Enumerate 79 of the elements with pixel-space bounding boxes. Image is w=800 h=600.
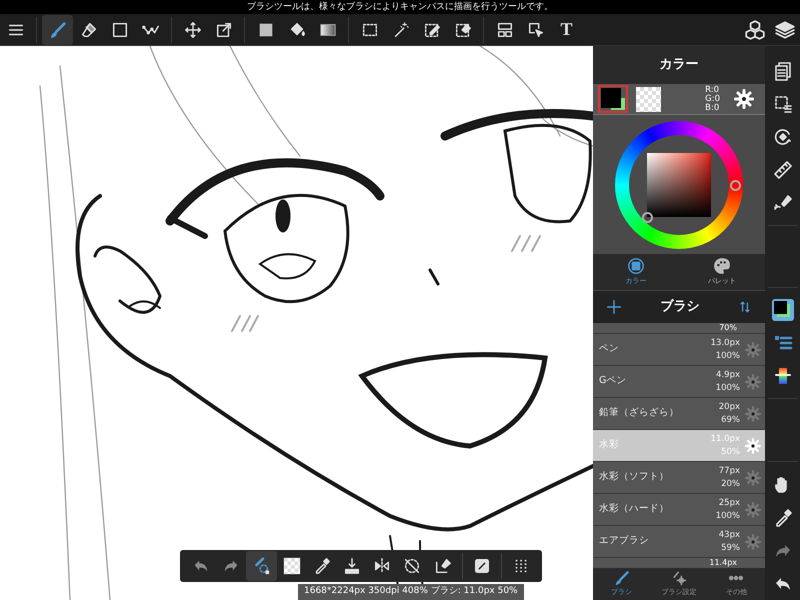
gear-icon <box>745 374 761 390</box>
add-brush-button[interactable] <box>605 298 623 316</box>
brush-name: Gペン <box>599 374 628 388</box>
flip-icon <box>373 557 392 575</box>
hue-handle[interactable] <box>730 180 741 190</box>
rgb-value: R:0 <box>705 86 720 94</box>
move-arrows-icon <box>184 20 202 38</box>
canvas-status-text: 1668*2224px 350dpi 408% ブラシ: 11.0px 50% <box>298 584 524 600</box>
transform-icon <box>214 20 232 38</box>
color-swatch[interactable] <box>598 85 628 113</box>
brush-gear-icon <box>670 570 687 586</box>
brush-icon <box>48 20 66 38</box>
gear-icon <box>734 89 754 109</box>
layers-icon <box>774 18 796 40</box>
panel-title: ブラシ <box>660 298 700 316</box>
brush-value: 70% <box>719 324 737 332</box>
brush-name: 鉛筆（ざらざら） <box>599 406 680 420</box>
gear-icon <box>745 502 761 518</box>
selection-list-icon <box>772 94 792 114</box>
plus-icon <box>605 298 623 316</box>
gear-icon <box>745 406 761 422</box>
brush-size: 77px <box>718 464 740 478</box>
gear-icon <box>745 438 761 454</box>
eraser-icon <box>80 20 98 38</box>
brush-name: 水彩（ソフト） <box>599 470 670 484</box>
brush-item[interactable]: Gペン 4.9px 100% <box>593 366 765 397</box>
brush-switch-icon <box>252 557 270 575</box>
brush-item[interactable]: 鉛筆（ざらざら） 20px 69% <box>593 398 765 429</box>
ruler-icon <box>772 160 792 180</box>
brush-opacity: 59% <box>721 542 740 554</box>
panel-title: カラー <box>660 56 698 74</box>
pages-icon <box>772 60 792 80</box>
fill-swatch-icon <box>256 20 274 38</box>
brush-opacity: 69% <box>721 414 740 426</box>
tool-hint-text: ブラシツールは、様々なブラシによりキャンバスに描画を行うツールです。 <box>247 2 553 12</box>
brush-size: 20px <box>718 400 740 414</box>
import-bar-icon <box>343 557 362 575</box>
eraser-box-icon <box>434 557 452 575</box>
pen-fill-icon <box>772 192 792 212</box>
brush-opacity: 100% <box>716 350 740 362</box>
color-settings-button[interactable] <box>734 88 756 110</box>
cubes-icon <box>744 18 766 40</box>
brush-size: 13.0px <box>710 336 740 350</box>
color-handle[interactable] <box>642 212 653 222</box>
brush-value: 11.4px <box>709 559 737 567</box>
panel-layout-icon <box>496 20 514 38</box>
brush-switch-button[interactable] <box>246 551 277 581</box>
gear-icon <box>745 470 761 486</box>
brush-item[interactable]: 水彩（ハード） 25px 100% <box>593 494 765 525</box>
brush-opacity: 100% <box>716 382 740 394</box>
brush-size: 43px <box>718 528 740 542</box>
brush-name: 水彩（ハード） <box>599 502 670 516</box>
brush-tool-button[interactable] <box>42 14 73 44</box>
gear-icon <box>745 342 761 358</box>
brush-icon <box>614 570 630 586</box>
brush-item[interactable]: ペン 13.0px 100% <box>593 334 765 365</box>
text-tool-button[interactable]: T <box>551 14 582 44</box>
brush-name: ペン <box>599 342 620 356</box>
color-toggle-button[interactable] <box>772 299 794 321</box>
brush-opacity: 20% <box>721 478 740 490</box>
gear-icon <box>745 534 761 550</box>
brush-size: 4.9px <box>716 368 740 382</box>
rectangle-icon <box>110 20 128 38</box>
brush-opacity: 100% <box>716 510 740 522</box>
rotation-off-icon <box>403 557 422 575</box>
pointer-selection-icon <box>526 20 544 38</box>
rgb-value: B:0 <box>705 104 720 112</box>
palette-icon <box>713 257 731 276</box>
transparent-swatch-icon <box>282 557 301 575</box>
drawing-canvas[interactable]: 1668*2224px 350dpi 408% ブラシ: 11.0px 50% <box>0 46 593 600</box>
spectrum-bar-icon <box>772 366 792 386</box>
rotate-icon <box>772 126 792 146</box>
brush-size: 25px <box>718 496 740 510</box>
brush-name: エアブラシ <box>599 534 650 548</box>
saturation-square[interactable] <box>647 152 711 216</box>
brush-item[interactable]: エアブラシ 43px 59% <box>593 526 765 557</box>
rgb-value: G:0 <box>705 94 720 104</box>
brush-item[interactable]: 水彩（ソフト） 77px 20% <box>593 462 765 493</box>
transparent-swatch[interactable] <box>636 86 661 112</box>
